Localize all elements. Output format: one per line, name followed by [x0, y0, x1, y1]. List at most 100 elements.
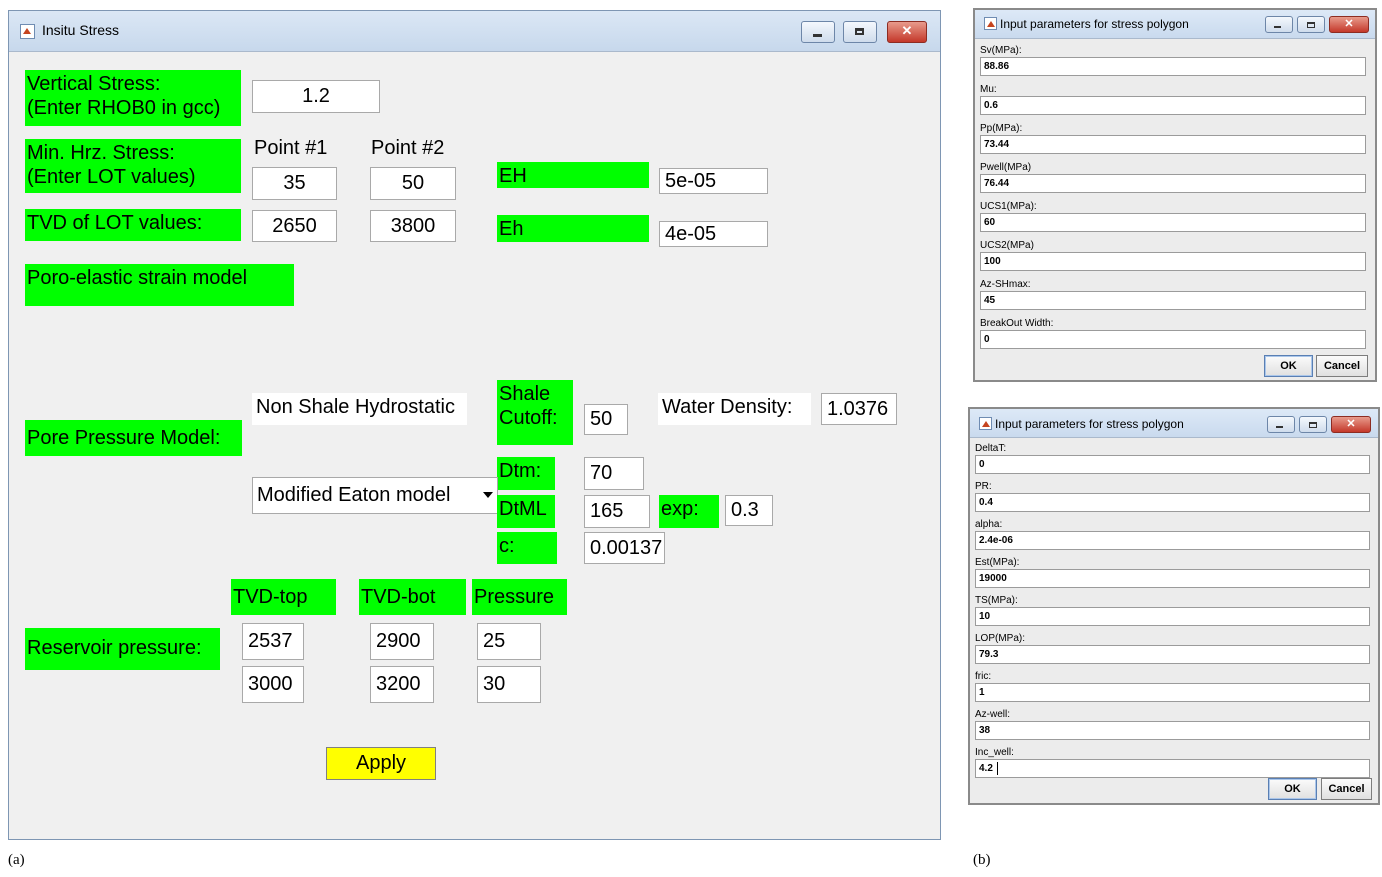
- dialog2-minimize-button[interactable]: [1267, 416, 1295, 433]
- field-input[interactable]: 76.44: [980, 174, 1366, 193]
- dialog2-cancel-button[interactable]: Cancel: [1321, 778, 1372, 800]
- field-label: Pp(MPa):: [980, 123, 1023, 134]
- eh-lower-label: Eh: [497, 215, 649, 242]
- maximize-icon: [1309, 421, 1317, 428]
- matlab-icon: [979, 417, 992, 430]
- field-input[interactable]: 88.86: [980, 57, 1366, 76]
- reservoir-bot-1-input[interactable]: 2900: [370, 623, 434, 660]
- reservoir-pressure-label: Reservoir pressure:: [25, 628, 220, 670]
- field-label: TS(MPa):: [975, 595, 1018, 606]
- rhob0-input[interactable]: 1.2: [252, 80, 380, 113]
- tvd-top-header: TVD-top: [231, 579, 336, 615]
- exp-label: exp:: [659, 495, 719, 528]
- field-input[interactable]: 38: [975, 721, 1370, 740]
- close-button[interactable]: ✕: [887, 21, 927, 43]
- field-label: Pwell(MPa): [980, 162, 1032, 173]
- maximize-button[interactable]: [843, 21, 877, 43]
- field-label: alpha:: [975, 519, 1003, 530]
- pore-model-selected: Modified Eaton model: [257, 484, 451, 506]
- eh-upper-input[interactable]: 5e-05: [659, 168, 768, 194]
- field-input[interactable]: 73.44: [980, 135, 1366, 154]
- field-label: DeltaT:: [975, 443, 1007, 454]
- dtml-label: DtML: [497, 495, 555, 528]
- field-input[interactable]: 0: [980, 330, 1366, 349]
- dialog2-title: Input parameters for stress polygon: [995, 417, 1184, 431]
- dialog2-maximize-button[interactable]: [1299, 416, 1327, 433]
- dialog1-maximize-button[interactable]: [1297, 16, 1325, 33]
- main-titlebar: Insitu Stress ✕: [9, 11, 940, 52]
- tvd-lot-label: TVD of LOT values:: [25, 209, 241, 241]
- water-density-input[interactable]: 1.0376: [821, 393, 897, 425]
- dialog1-cancel-button[interactable]: Cancel: [1316, 355, 1368, 377]
- caption-a: (a): [8, 852, 25, 868]
- stress-polygon-dialog-2: Input parameters for stress polygon ✕ De…: [968, 407, 1380, 805]
- stress-polygon-dialog-1: Input parameters for stress polygon ✕ Sv…: [973, 8, 1377, 382]
- field-label: UCS2(MPa): [980, 240, 1034, 251]
- field-input[interactable]: 0.4: [975, 493, 1370, 512]
- dialog1-titlebar: Input parameters for stress polygon ✕: [975, 10, 1375, 39]
- eh-lower-input[interactable]: 4e-05: [659, 221, 768, 247]
- reservoir-pressure-1-input[interactable]: 25: [477, 623, 541, 660]
- dialog1-ok-button[interactable]: OK: [1264, 355, 1313, 377]
- field-input[interactable]: 10: [975, 607, 1370, 626]
- reservoir-top-2-input[interactable]: 3000: [242, 666, 304, 703]
- lot-point1-input[interactable]: 35: [252, 167, 337, 200]
- exp-input[interactable]: 0.3: [725, 495, 773, 526]
- non-shale-hydrostatic-text: Non Shale Hydrostatic: [252, 393, 467, 425]
- field-input[interactable]: 0: [975, 455, 1370, 474]
- point1-header: Point #1: [254, 137, 328, 159]
- field-label: fric:: [975, 671, 992, 682]
- dialog1-close-button[interactable]: ✕: [1329, 16, 1369, 33]
- water-density-label: Water Density:: [658, 393, 811, 425]
- dialog1-minimize-button[interactable]: [1265, 16, 1293, 33]
- point2-header: Point #2: [371, 137, 445, 159]
- field-input[interactable]: 79.3: [975, 645, 1370, 664]
- minimize-button[interactable]: [801, 21, 835, 43]
- c-input[interactable]: 0.00137: [584, 532, 665, 564]
- close-icon: ✕: [1346, 418, 1356, 430]
- text-cursor: [997, 762, 998, 775]
- field-label: Mu:: [980, 84, 997, 95]
- dialog2-ok-button[interactable]: OK: [1268, 778, 1317, 800]
- shale-cutoff-input[interactable]: 50: [584, 404, 628, 435]
- c-label: c:: [497, 532, 557, 564]
- maximize-icon: [855, 28, 864, 35]
- tvd-point2-input[interactable]: 3800: [370, 210, 456, 242]
- field-input[interactable]: 60: [980, 213, 1366, 232]
- poro-elastic-label: Poro-elastic strain model: [25, 264, 294, 306]
- tvd-bot-header: TVD-bot: [359, 579, 466, 615]
- field-input[interactable]: 4.2: [975, 759, 1370, 778]
- field-input[interactable]: 45: [980, 291, 1366, 310]
- dtml-input[interactable]: 165: [584, 495, 650, 528]
- reservoir-pressure-2-input[interactable]: 30: [477, 666, 541, 703]
- field-input[interactable]: 0.6: [980, 96, 1366, 115]
- maximize-icon: [1307, 21, 1315, 28]
- field-input[interactable]: 100: [980, 252, 1366, 271]
- reservoir-top-1-input[interactable]: 2537: [242, 623, 304, 660]
- dialog2-titlebar: Input parameters for stress polygon ✕: [970, 409, 1378, 438]
- apply-button[interactable]: Apply: [326, 747, 436, 780]
- close-icon: ✕: [901, 23, 913, 38]
- matlab-icon: [20, 24, 35, 39]
- insitu-stress-window: Insitu Stress ✕ Vertical Stress: (Enter …: [8, 10, 941, 840]
- field-label: Az-well:: [975, 709, 1011, 720]
- close-icon: ✕: [1344, 18, 1354, 30]
- tvd-point1-input[interactable]: 2650: [252, 210, 337, 242]
- minimize-icon: [813, 34, 822, 37]
- dtm-label: Dtm:: [497, 457, 555, 490]
- lot-point2-input[interactable]: 50: [370, 167, 456, 200]
- dtm-input[interactable]: 70: [584, 457, 644, 490]
- field-input[interactable]: 1: [975, 683, 1370, 702]
- field-input[interactable]: 2.4e-06: [975, 531, 1370, 550]
- dialog1-title: Input parameters for stress polygon: [1000, 17, 1189, 31]
- eh-upper-label: EH: [497, 162, 649, 188]
- field-input[interactable]: 19000: [975, 569, 1370, 588]
- reservoir-bot-2-input[interactable]: 3200: [370, 666, 434, 703]
- field-label: UCS1(MPa):: [980, 201, 1037, 212]
- dialog2-close-button[interactable]: ✕: [1331, 416, 1371, 433]
- minimize-icon: [1274, 26, 1281, 28]
- field-label: LOP(MPa):: [975, 633, 1026, 644]
- pore-model-select[interactable]: Modified Eaton model: [252, 477, 498, 514]
- chevron-down-icon: [483, 492, 493, 498]
- window-title: Insitu Stress: [42, 22, 120, 38]
